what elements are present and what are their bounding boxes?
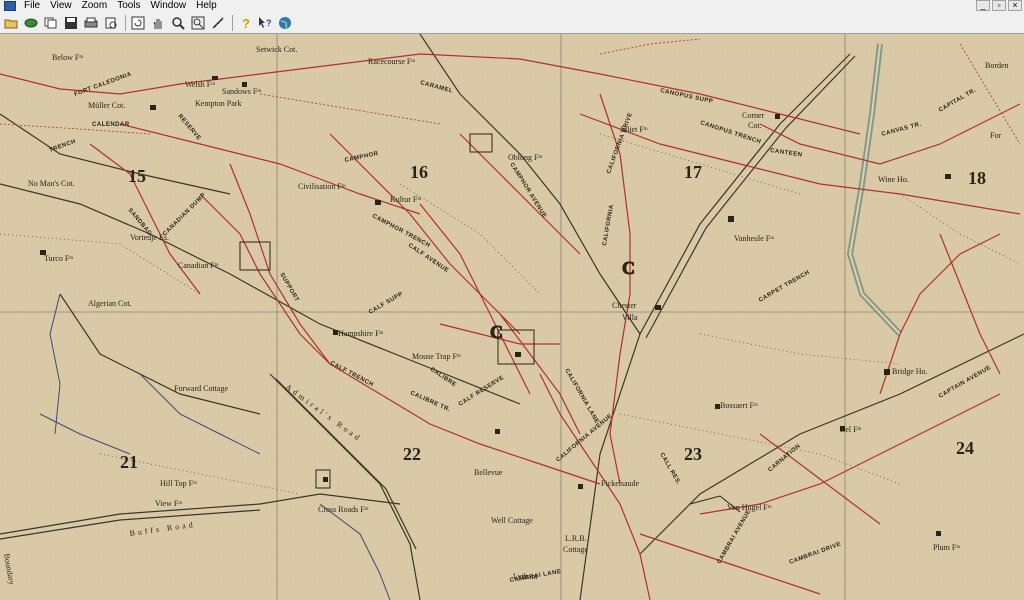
place-label: L.R.B. — [565, 534, 587, 543]
measure-icon[interactable] — [210, 15, 226, 31]
menu-help[interactable]: Help — [192, 0, 223, 12]
square-number: 23 — [684, 444, 702, 464]
place-label: Villa — [622, 313, 638, 322]
square-number: 15 — [128, 166, 146, 186]
print-preview-icon[interactable] — [103, 15, 119, 31]
place-label: Below Fᵐ — [52, 53, 83, 62]
place-label: CALENDAR — [92, 122, 130, 128]
square-number: 18 — [968, 168, 986, 188]
menu-view[interactable]: View — [46, 0, 78, 12]
context-help-icon[interactable]: ? — [257, 15, 273, 31]
layers-icon[interactable] — [23, 15, 39, 31]
place-label: Hampshire Fᵐ — [338, 329, 384, 338]
place-label: Vanheule Fᵐ — [734, 234, 774, 243]
close-button[interactable]: × — [1008, 0, 1022, 11]
place-label: Cot. — [748, 121, 762, 130]
place-label: For — [990, 131, 1001, 140]
place-label: Fickelsaude — [601, 479, 640, 488]
toolbar-separator — [125, 14, 126, 31]
square-number: 17 — [684, 162, 702, 182]
square-number: 16 — [410, 162, 428, 182]
place-label: Turco Fᵐ — [44, 254, 73, 263]
place-label: Kempton Park — [195, 99, 241, 108]
place-label: Oblong Fᵐ — [508, 153, 542, 162]
place-label: Kultur Fᵐ — [390, 195, 421, 204]
place-label: Algerian Cot. — [88, 299, 132, 308]
place-label: Cottage — [563, 545, 588, 554]
place-label: Chester — [612, 301, 637, 310]
place-label: View Fᵐ — [155, 499, 182, 508]
svg-text:?: ? — [266, 18, 272, 28]
place-label: Racecourse Fᵐ — [368, 57, 415, 66]
menu-file[interactable]: File — [20, 0, 46, 12]
place-label: Setwick Cot. — [256, 45, 297, 54]
place-label: Civilisation Fᵐ — [298, 182, 346, 191]
place-label: Bellevue — [474, 468, 503, 477]
web-icon[interactable] — [277, 15, 293, 31]
place-label: Forward Cottage — [174, 384, 228, 393]
refresh-icon[interactable] — [130, 15, 146, 31]
menu-tools[interactable]: Tools — [113, 0, 146, 12]
place-label: Hill Top Fᵐ — [160, 479, 197, 488]
place-label: Borden — [985, 61, 1009, 70]
place-label: Bel Fᵐ — [840, 425, 862, 434]
sector-letter: C — [490, 322, 503, 342]
minimize-button[interactable]: _ — [976, 0, 990, 11]
save-icon[interactable] — [63, 15, 79, 31]
zoom-box-icon[interactable] — [190, 15, 206, 31]
place-label: Cross Roads Fᵐ — [318, 505, 369, 514]
square-number: 22 — [403, 444, 421, 464]
print-icon[interactable] — [83, 15, 99, 31]
menu-window[interactable]: Window — [147, 0, 193, 12]
copy-icon[interactable] — [43, 15, 59, 31]
place-label: No Man's Cot. — [28, 179, 75, 188]
help-icon[interactable]: ? — [237, 15, 253, 31]
place-label: Bridge Ho. — [892, 367, 928, 376]
menu-zoom[interactable]: Zoom — [78, 0, 114, 12]
place-label: Bossaert Fᵐ — [720, 401, 758, 410]
place-label: Mouse Trap Fᵐ — [412, 352, 461, 361]
square-number: 21 — [120, 452, 138, 472]
place-label: Corner — [742, 111, 765, 120]
sector-letter: C — [622, 258, 635, 278]
pan-hand-icon[interactable] — [150, 15, 166, 31]
window-controls: _ ▫ × — [976, 0, 1022, 11]
app-icon[interactable] — [4, 1, 16, 11]
place-label: Plum Fᵐ — [933, 543, 960, 552]
square-number: 24 — [956, 438, 974, 458]
toolbar: ? ? — [0, 12, 1024, 34]
zoom-icon[interactable] — [170, 15, 186, 31]
place-label: Well Cottage — [491, 516, 533, 525]
place-label: Canadian Fᵐ — [178, 261, 219, 270]
place-label: Sandows Fᵐ — [222, 87, 261, 96]
toolbar-separator — [232, 14, 233, 31]
place-label: Wine Ho. — [878, 175, 909, 184]
restore-button[interactable]: ▫ — [992, 0, 1006, 11]
menu-bar: File View Zoom Tools Window Help _ ▫ × — [0, 0, 1024, 12]
place-label: Müller Cot. — [88, 101, 125, 110]
trench-map[interactable]: C C 16 17 18 21 22 23 24 15 Below Fᵐ FOR… — [0, 34, 1024, 600]
place-label: Welsh Fᵐ — [185, 80, 215, 89]
map-canvas: C C 16 17 18 21 22 23 24 15 Below Fᵐ FOR… — [0, 34, 1024, 600]
svg-text:?: ? — [242, 16, 250, 30]
open-icon[interactable] — [3, 15, 19, 31]
